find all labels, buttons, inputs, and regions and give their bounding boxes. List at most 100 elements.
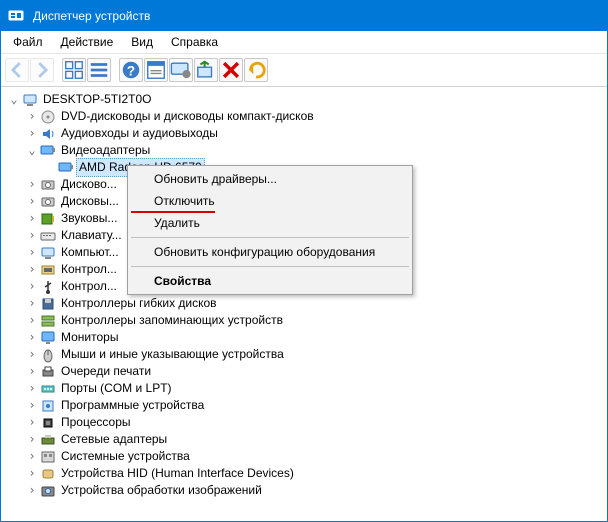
- display-adapter-icon: [40, 143, 56, 159]
- device-tree[interactable]: ⌄DESKTOP-5TI2T0O›DVD-дисководы и дисково…: [1, 87, 607, 521]
- tree-node-label: Видеоадаптеры: [59, 142, 152, 159]
- tree-node-label: Контрол...: [59, 261, 119, 278]
- forward-icon[interactable]: [30, 58, 54, 82]
- context-menu: Обновить драйверы...ОтключитьУдалить Обно…: [127, 165, 413, 295]
- tree-category[interactable]: › Мыши и иные указывающие устройства: [5, 346, 607, 363]
- expander-icon[interactable]: ›: [25, 297, 39, 311]
- tree-root[interactable]: ⌄ DESKTOP-5TI2T0O: [5, 91, 607, 108]
- expander-icon[interactable]: ›: [25, 314, 39, 328]
- network-icon: [40, 432, 56, 448]
- context-menu-item[interactable]: Обновить драйверы...: [130, 168, 410, 190]
- toolbar: ?: [1, 54, 607, 87]
- tree-node-label: Программные устройства: [59, 397, 206, 414]
- display-adapter-icon: [58, 160, 74, 176]
- context-menu-item[interactable]: Отключить: [130, 190, 410, 212]
- expander-icon[interactable]: ›: [25, 484, 39, 498]
- tree-node-label: Устройства обработки изображений: [59, 482, 264, 499]
- mouse-icon: [40, 347, 56, 363]
- menu-file[interactable]: Файл: [5, 33, 51, 51]
- disk-icon: [40, 177, 56, 193]
- tree-category[interactable]: ›Сетевые адаптеры: [5, 431, 607, 448]
- expander-icon[interactable]: ›: [25, 416, 39, 430]
- context-menu-separator: [131, 237, 409, 238]
- context-menu-item[interactable]: Удалить: [130, 212, 410, 234]
- svg-text:?: ?: [127, 64, 135, 79]
- expander-icon[interactable]: ›: [25, 212, 39, 226]
- expander-icon[interactable]: ⌄: [25, 144, 39, 158]
- keyboard-icon: [40, 228, 56, 244]
- props-window-icon[interactable]: [144, 58, 168, 82]
- list-icon[interactable]: [87, 58, 111, 82]
- port-icon: [40, 381, 56, 397]
- tree-category[interactable]: ›Порты (COM и LPT): [5, 380, 607, 397]
- scan-icon[interactable]: [194, 58, 218, 82]
- expander-icon[interactable]: ›: [25, 382, 39, 396]
- tree-node-label: Мыши и иные указывающие устройства: [59, 346, 286, 363]
- tree-node-label: DVD-дисководы и дисководы компакт-дисков: [59, 108, 316, 125]
- tree-node-label: DESKTOP-5TI2T0O: [41, 91, 153, 108]
- tree-category[interactable]: › Очереди печати: [5, 363, 607, 380]
- expander-icon[interactable]: ›: [25, 263, 39, 277]
- expander-icon[interactable]: ›: [25, 195, 39, 209]
- app-icon: [8, 8, 24, 24]
- tree-category[interactable]: › Устройства обработки изображений: [5, 482, 607, 499]
- context-menu-separator: [131, 266, 409, 267]
- expander-icon[interactable]: ›: [25, 229, 39, 243]
- expander-icon[interactable]: ›: [25, 127, 39, 141]
- tree-node-label: Очереди печати: [59, 363, 153, 380]
- context-menu-item[interactable]: Свойства: [130, 270, 410, 292]
- tree-category[interactable]: › Мониторы: [5, 329, 607, 346]
- expander-icon[interactable]: ›: [25, 467, 39, 481]
- tree-node-label: Аудиовходы и аудиовыходы: [59, 125, 220, 142]
- expander-icon[interactable]: ›: [25, 331, 39, 345]
- computer-icon: [22, 92, 38, 108]
- audio-icon: [40, 126, 56, 142]
- highlight-underline: [131, 211, 215, 213]
- context-menu-item[interactable]: Обновить конфигурацию оборудования: [130, 241, 410, 263]
- menu-help[interactable]: Справка: [163, 33, 226, 51]
- tree-category[interactable]: › DVD-дисководы и дисководы компакт-диско…: [5, 108, 607, 125]
- back-icon[interactable]: [5, 58, 29, 82]
- software-device-icon: [40, 398, 56, 414]
- menubar: Файл Действие Вид Справка: [1, 31, 607, 54]
- monitor-settings-icon[interactable]: [169, 58, 193, 82]
- tree-node-label: Контрол...: [59, 278, 119, 295]
- expander-icon[interactable]: ›: [25, 450, 39, 464]
- tree-node-label: Системные устройства: [59, 448, 192, 465]
- tile-icon[interactable]: [62, 58, 86, 82]
- titlebar: Диспетчер устройств: [1, 1, 607, 31]
- tree-node-label: Дисково...: [59, 176, 119, 193]
- tree-node-label: Контроллеры запоминающих устройств: [59, 312, 285, 329]
- hid-icon: [40, 466, 56, 482]
- tree-node-label: Компьют...: [59, 244, 121, 261]
- expander-icon[interactable]: ›: [25, 365, 39, 379]
- cpu-icon: [40, 415, 56, 431]
- expander-icon[interactable]: ›: [25, 348, 39, 362]
- menu-action[interactable]: Действие: [53, 33, 122, 51]
- menu-view[interactable]: Вид: [123, 33, 161, 51]
- tree-category[interactable]: › Контроллеры запоминающих устройств: [5, 312, 607, 329]
- tree-node-label: Клавиату...: [59, 227, 124, 244]
- imaging-icon: [40, 483, 56, 499]
- expander-icon[interactable]: ›: [25, 280, 39, 294]
- remove-icon[interactable]: [219, 58, 243, 82]
- expander-icon[interactable]: ›: [25, 110, 39, 124]
- help-icon[interactable]: ?: [119, 58, 143, 82]
- tree-node-label: Контроллеры гибких дисков: [59, 295, 219, 312]
- expander-icon[interactable]: ›: [25, 246, 39, 260]
- expander-icon[interactable]: ›: [25, 433, 39, 447]
- tree-category[interactable]: ›Устройства HID (Human Interface Devices…: [5, 465, 607, 482]
- tree-node-label: Мониторы: [59, 329, 120, 346]
- tree-category[interactable]: › Программные устройства: [5, 397, 607, 414]
- tree-category[interactable]: › Системные устройства: [5, 448, 607, 465]
- expander-icon[interactable]: ⌄: [7, 93, 21, 107]
- tree-category[interactable]: ⌄ Видеоадаптеры: [5, 142, 607, 159]
- tree-category[interactable]: › Аудиовходы и аудиовыходы: [5, 125, 607, 142]
- monitor-icon: [40, 330, 56, 346]
- controller-icon: [40, 262, 56, 278]
- expander-icon[interactable]: ›: [25, 399, 39, 413]
- undo-icon[interactable]: [244, 58, 268, 82]
- tree-category[interactable]: ›Процессоры: [5, 414, 607, 431]
- expander-icon[interactable]: ›: [25, 178, 39, 192]
- tree-category[interactable]: › Контроллеры гибких дисков: [5, 295, 607, 312]
